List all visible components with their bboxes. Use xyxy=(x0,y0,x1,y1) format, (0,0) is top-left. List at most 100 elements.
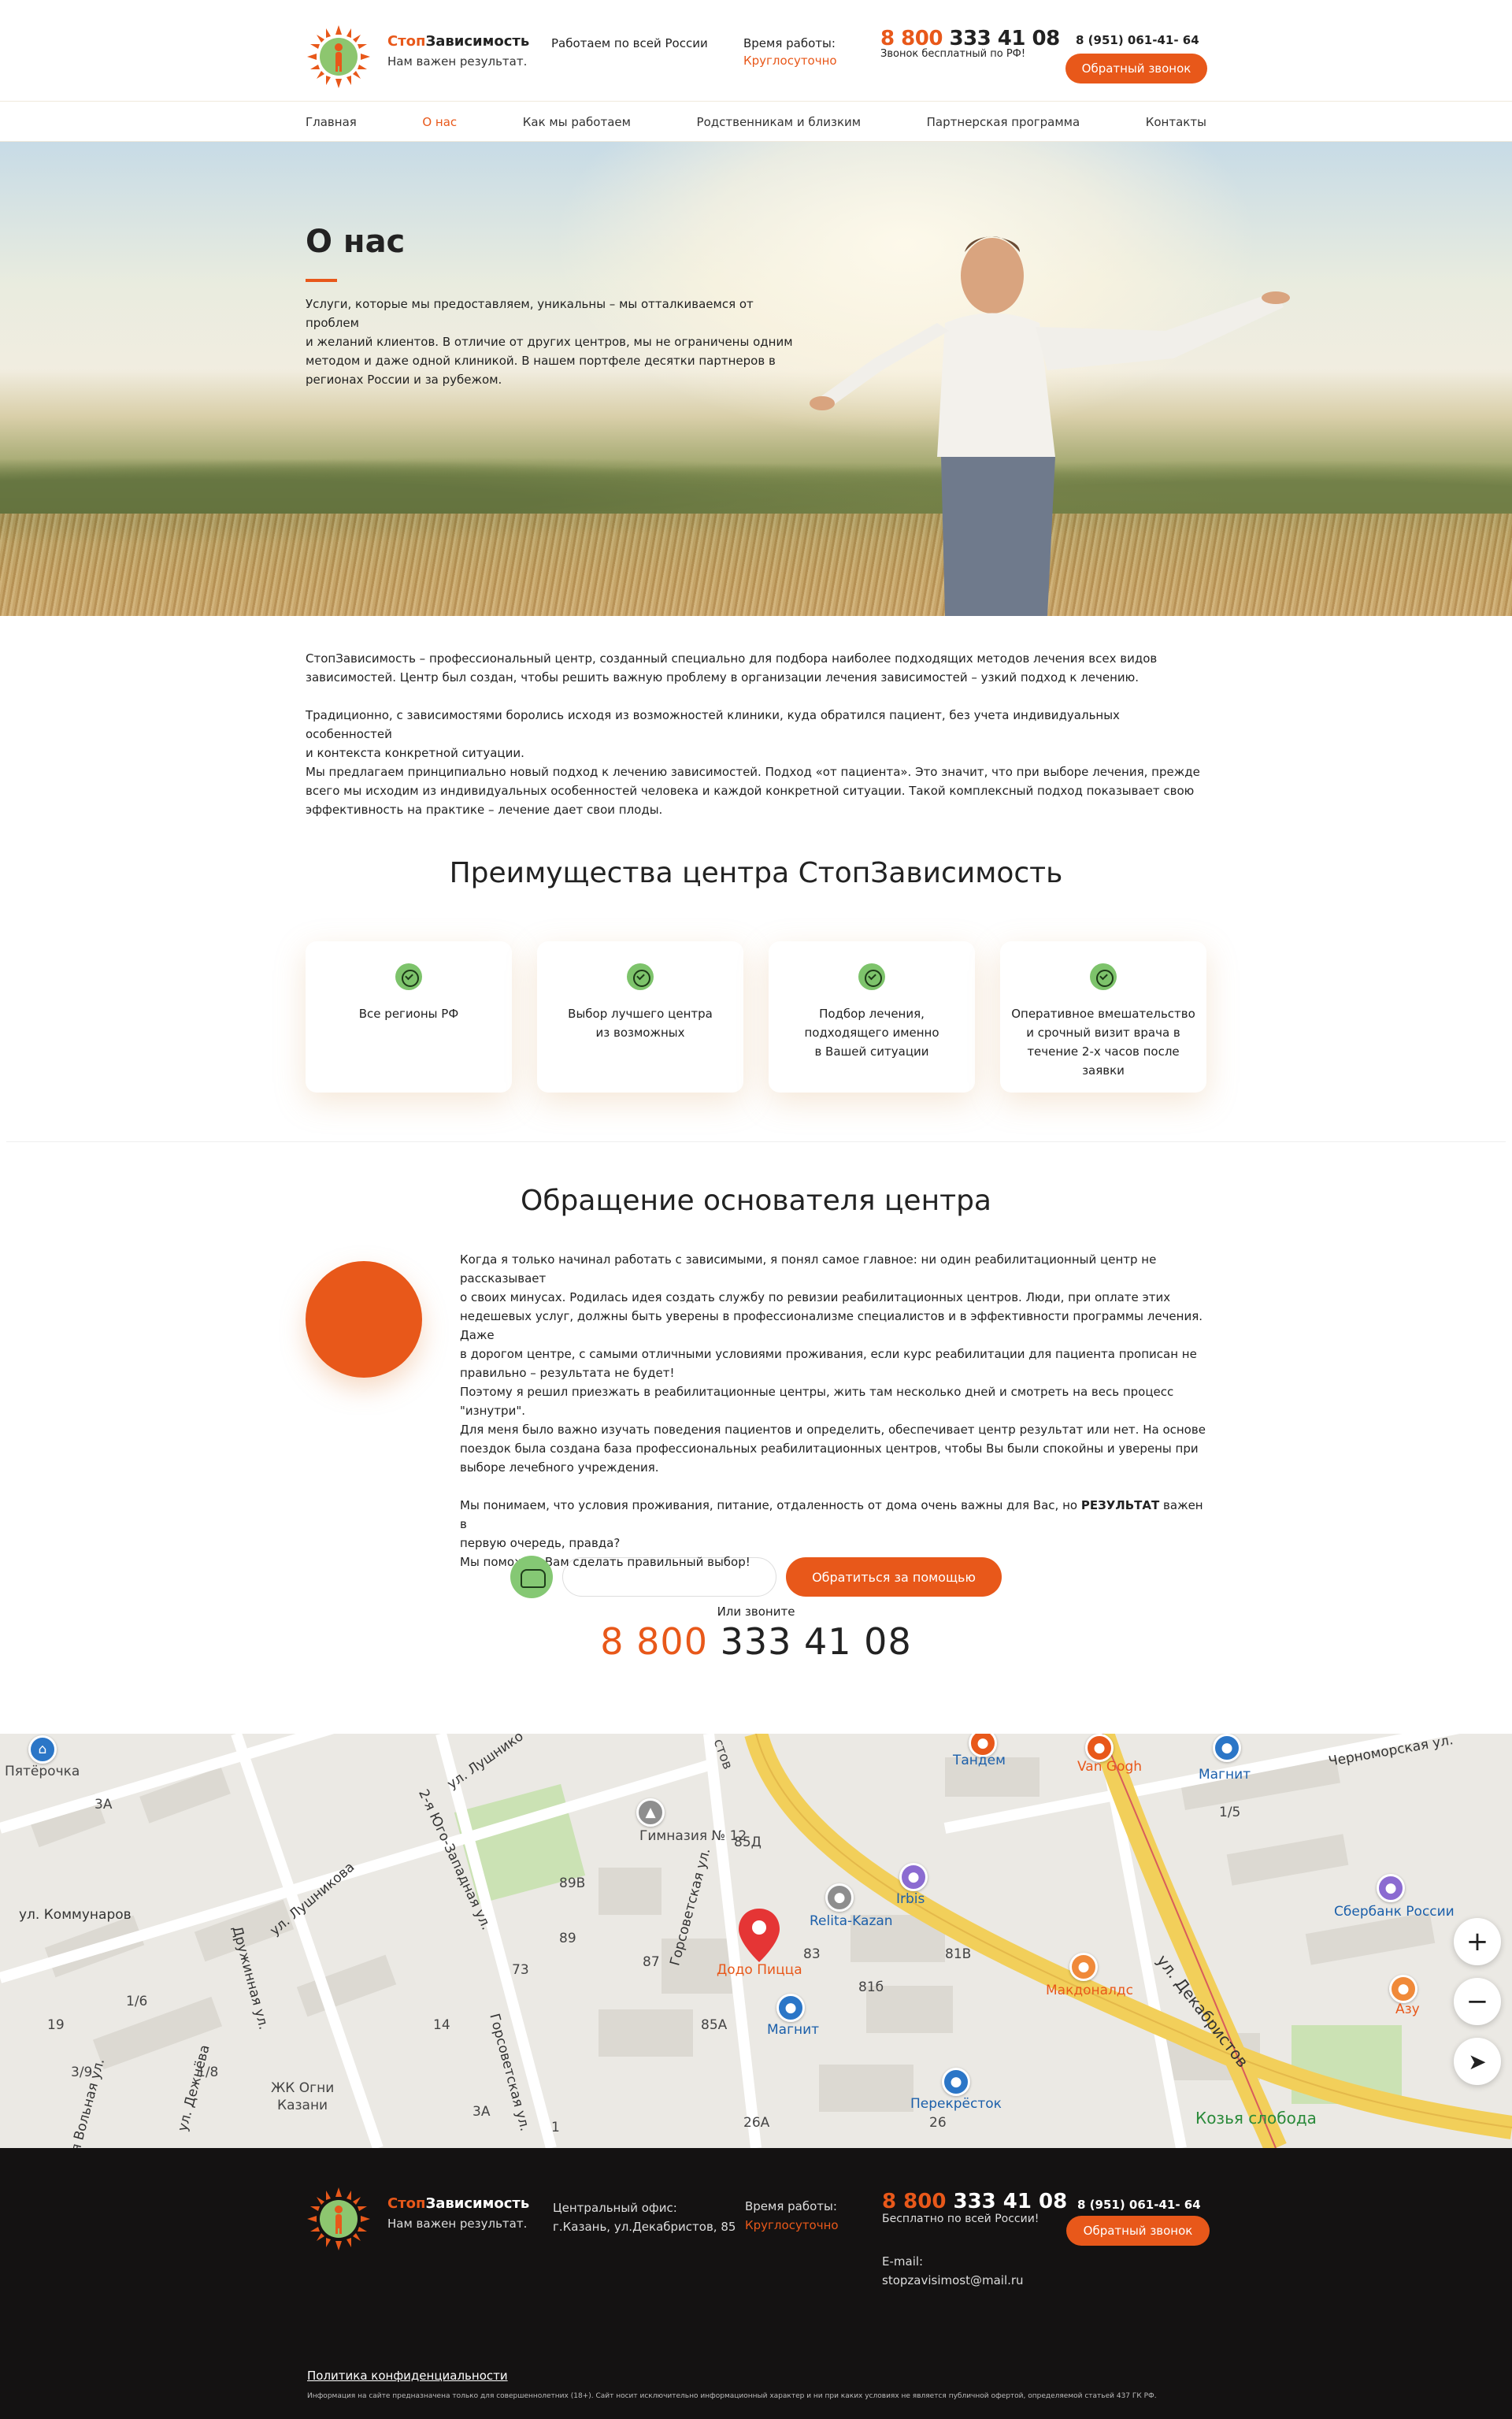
intro-section: СтопЗависимость – профессиональный центр… xyxy=(0,616,1512,819)
shop-pin-icon[interactable]: ● xyxy=(776,1994,805,2022)
work-hours-label: Время работы: xyxy=(743,36,836,50)
map-house-number: 3А xyxy=(472,2104,491,2120)
map-label-zhk[interactable]: ЖК Огни xyxy=(271,2080,334,2096)
map-pin-icon[interactable] xyxy=(737,1907,781,1964)
nav-item-partner-program[interactable]: Партнерская программа xyxy=(927,115,1080,129)
map-label-irbis[interactable]: Irbis xyxy=(896,1891,925,1907)
title-underline xyxy=(306,279,337,282)
advantage-card: Выбор лучшего центра из возможных xyxy=(537,941,743,1093)
shop-pin-icon[interactable]: ● xyxy=(1213,1734,1241,1762)
map-house-number: 73 xyxy=(512,1962,529,1978)
nav-item-contacts[interactable]: Контакты xyxy=(1146,115,1206,129)
nav-item-how-we-work[interactable]: Как мы работаем xyxy=(523,115,631,129)
footer-office: Центральный офис: г.Казань, ул.Декабрист… xyxy=(553,2201,736,2234)
footer-phone[interactable]: 8 800 333 41 08 Бесплатно по всей России… xyxy=(882,2191,1067,2228)
nav-item-about[interactable]: О нас xyxy=(422,115,457,129)
zoom-in-icon[interactable]: + xyxy=(1454,1918,1501,1965)
map-house-number: 85А xyxy=(701,2017,728,2033)
building-pin-icon[interactable]: ● xyxy=(825,1883,854,1912)
check-circle-icon xyxy=(627,963,654,990)
check-circle-icon xyxy=(1090,963,1117,990)
location-map[interactable]: ⌂ Пятёрочка 3А ● Тандем ● Van Gogh ● Маг… xyxy=(0,1734,1512,2148)
work-hours-value: Круглосуточно xyxy=(743,54,837,68)
map-label-zhk-2[interactable]: Казани xyxy=(277,2098,328,2113)
hero-banner: О нас Услуги, которые мы предоставляем, … xyxy=(0,142,1512,616)
phone-number[interactable]: 8 800 333 41 08 xyxy=(880,28,1060,49)
restaurant-pin-icon[interactable]: ● xyxy=(1085,1734,1114,1762)
service-pin-icon[interactable]: ● xyxy=(899,1863,928,1891)
sun-logo-icon[interactable] xyxy=(306,2186,372,2252)
page-title: О нас xyxy=(306,224,406,260)
map-label-perekrestok[interactable]: Перекрёсток xyxy=(910,2096,1002,2112)
nav-item-home[interactable]: Главная xyxy=(306,115,357,129)
cafe-pin-icon[interactable]: ● xyxy=(1389,1975,1418,2003)
map-house-number: 3А xyxy=(94,1797,113,1812)
hero-man-image xyxy=(810,236,1290,616)
shop-pin-icon[interactable]: ● xyxy=(942,2068,970,2096)
map-label-tandem[interactable]: Тандем xyxy=(953,1753,1006,1768)
site-footer: СтопЗависимость Нам важен результат. Цен… xyxy=(0,2148,1512,2419)
contact-section: Обратиться за помощью Или звоните 8 800 … xyxy=(0,1556,1512,1663)
hero-text: Услуги, которые мы предоставляем, уникал… xyxy=(306,297,793,387)
footer-email[interactable]: E-mail: stopzavisimost@mail.ru xyxy=(882,2252,1024,2290)
advantages-cards: Все регионы РФ Выбор лучшего центра из в… xyxy=(306,941,1206,1093)
map-label-sberbank[interactable]: Сбербанк России xyxy=(1334,1904,1455,1920)
map-house-number: 83 xyxy=(803,1946,821,1962)
callback-button[interactable]: Обратный звонок xyxy=(1065,54,1207,83)
map-house-number: 26А xyxy=(743,2115,770,2131)
footer-slogan: Нам важен результат. xyxy=(387,2217,528,2231)
map-label-relita[interactable]: Relita-Kazan xyxy=(810,1913,893,1929)
school-pin-icon[interactable]: ▲ xyxy=(636,1798,665,1827)
nav-item-relatives[interactable]: Родственникам и близким xyxy=(697,115,862,129)
mobile-phone[interactable]: 8 (951) 061-41- 64 xyxy=(1076,32,1199,49)
map-house-number: 89В xyxy=(559,1875,586,1891)
founder-avatar xyxy=(306,1261,422,1378)
map-label-azu[interactable]: Азу xyxy=(1395,2002,1420,2017)
map-house-number: 1 xyxy=(551,2120,560,2135)
map-house-number: 26 xyxy=(929,2115,947,2131)
map-label-mcdonalds[interactable]: Макдоналдс xyxy=(1046,1983,1133,1998)
map-house-number: 1/5 xyxy=(1219,1805,1241,1820)
work-hours: Время работы: Круглосуточно xyxy=(743,35,837,69)
big-phone-number[interactable]: 8 800 333 41 08 xyxy=(0,1620,1512,1663)
footer-callback-button[interactable]: Обратный звонок xyxy=(1066,2216,1210,2246)
hero-content: О нас Услуги, которые мы предоставляем, … xyxy=(306,224,794,389)
map-house-number: 1/6 xyxy=(126,1994,148,2009)
intro-paragraph-1: СтопЗависимость – профессиональный центр… xyxy=(306,651,1158,685)
map-label-magnit[interactable]: Магнит xyxy=(1199,1767,1251,1783)
bank-pin-icon[interactable]: ● xyxy=(1377,1874,1405,1902)
brand-name: СтопЗависимость xyxy=(387,33,530,50)
founder-section: Обращение основателя центра Когда я толь… xyxy=(0,1185,1512,1569)
founder-letter: Когда я только начинал работать с зависи… xyxy=(460,1252,1206,1569)
restaurant-pin-icon[interactable]: ● xyxy=(1069,1953,1098,1981)
section-divider xyxy=(6,1141,1506,1142)
map-label-dodo-pizza[interactable]: Додо Пицца xyxy=(717,1962,802,1978)
map-label-magnit-2[interactable]: Магнит xyxy=(767,2022,819,2038)
locate-arrow-icon[interactable]: ➤ xyxy=(1454,2038,1501,2085)
footer-disclaimer: Информация на сайте предназначена только… xyxy=(307,2392,1157,2400)
main-nav: Главная О нас Как мы работаем Родственни… xyxy=(0,101,1512,142)
footer-brand-name: СтопЗависимость xyxy=(387,2195,530,2212)
advantage-card: Подбор лечения, подходящего именно в Ваш… xyxy=(769,941,975,1093)
advantages-section: Преимущества центра СтопЗависимость Все … xyxy=(0,857,1512,1093)
header-phone[interactable]: 8 800 333 41 08 Звонок бесплатный по РФ! xyxy=(880,28,1060,63)
intro-paragraph-2: Традиционно, с зависимостями боролись ис… xyxy=(306,708,1200,817)
map-house-number: 19 xyxy=(47,2017,65,2033)
map-label-vangogh[interactable]: Van Gogh xyxy=(1077,1759,1142,1775)
map-label-gymnasium[interactable]: Гимназия № 12 xyxy=(639,1828,747,1844)
handshake-icon xyxy=(510,1556,553,1598)
map-house-number: 85Д xyxy=(734,1835,762,1850)
brand-slogan: Нам важен результат. xyxy=(387,54,528,69)
privacy-policy-link[interactable]: Политика конфиденциальности xyxy=(307,2369,508,2383)
map-house-number: 89 xyxy=(559,1931,576,1946)
footer-mobile-phone[interactable]: 8 (951) 061-41- 64 xyxy=(1077,2195,1201,2214)
footer-brand: СтопЗависимость Нам важен результат. xyxy=(387,2195,529,2231)
shop-pin-icon[interactable]: ⌂ xyxy=(28,1735,57,1764)
map-label-kozya-sloboda[interactable]: Козья слобода xyxy=(1195,2109,1317,2128)
check-circle-icon xyxy=(395,963,422,990)
founder-title: Обращение основателя центра xyxy=(521,1185,991,1217)
zoom-out-icon[interactable]: − xyxy=(1454,1978,1501,2025)
sun-logo-icon[interactable] xyxy=(306,24,372,90)
map-label-pyaterochka[interactable]: Пятёрочка xyxy=(5,1764,80,1779)
map-house-number: 87 xyxy=(643,1954,660,1970)
